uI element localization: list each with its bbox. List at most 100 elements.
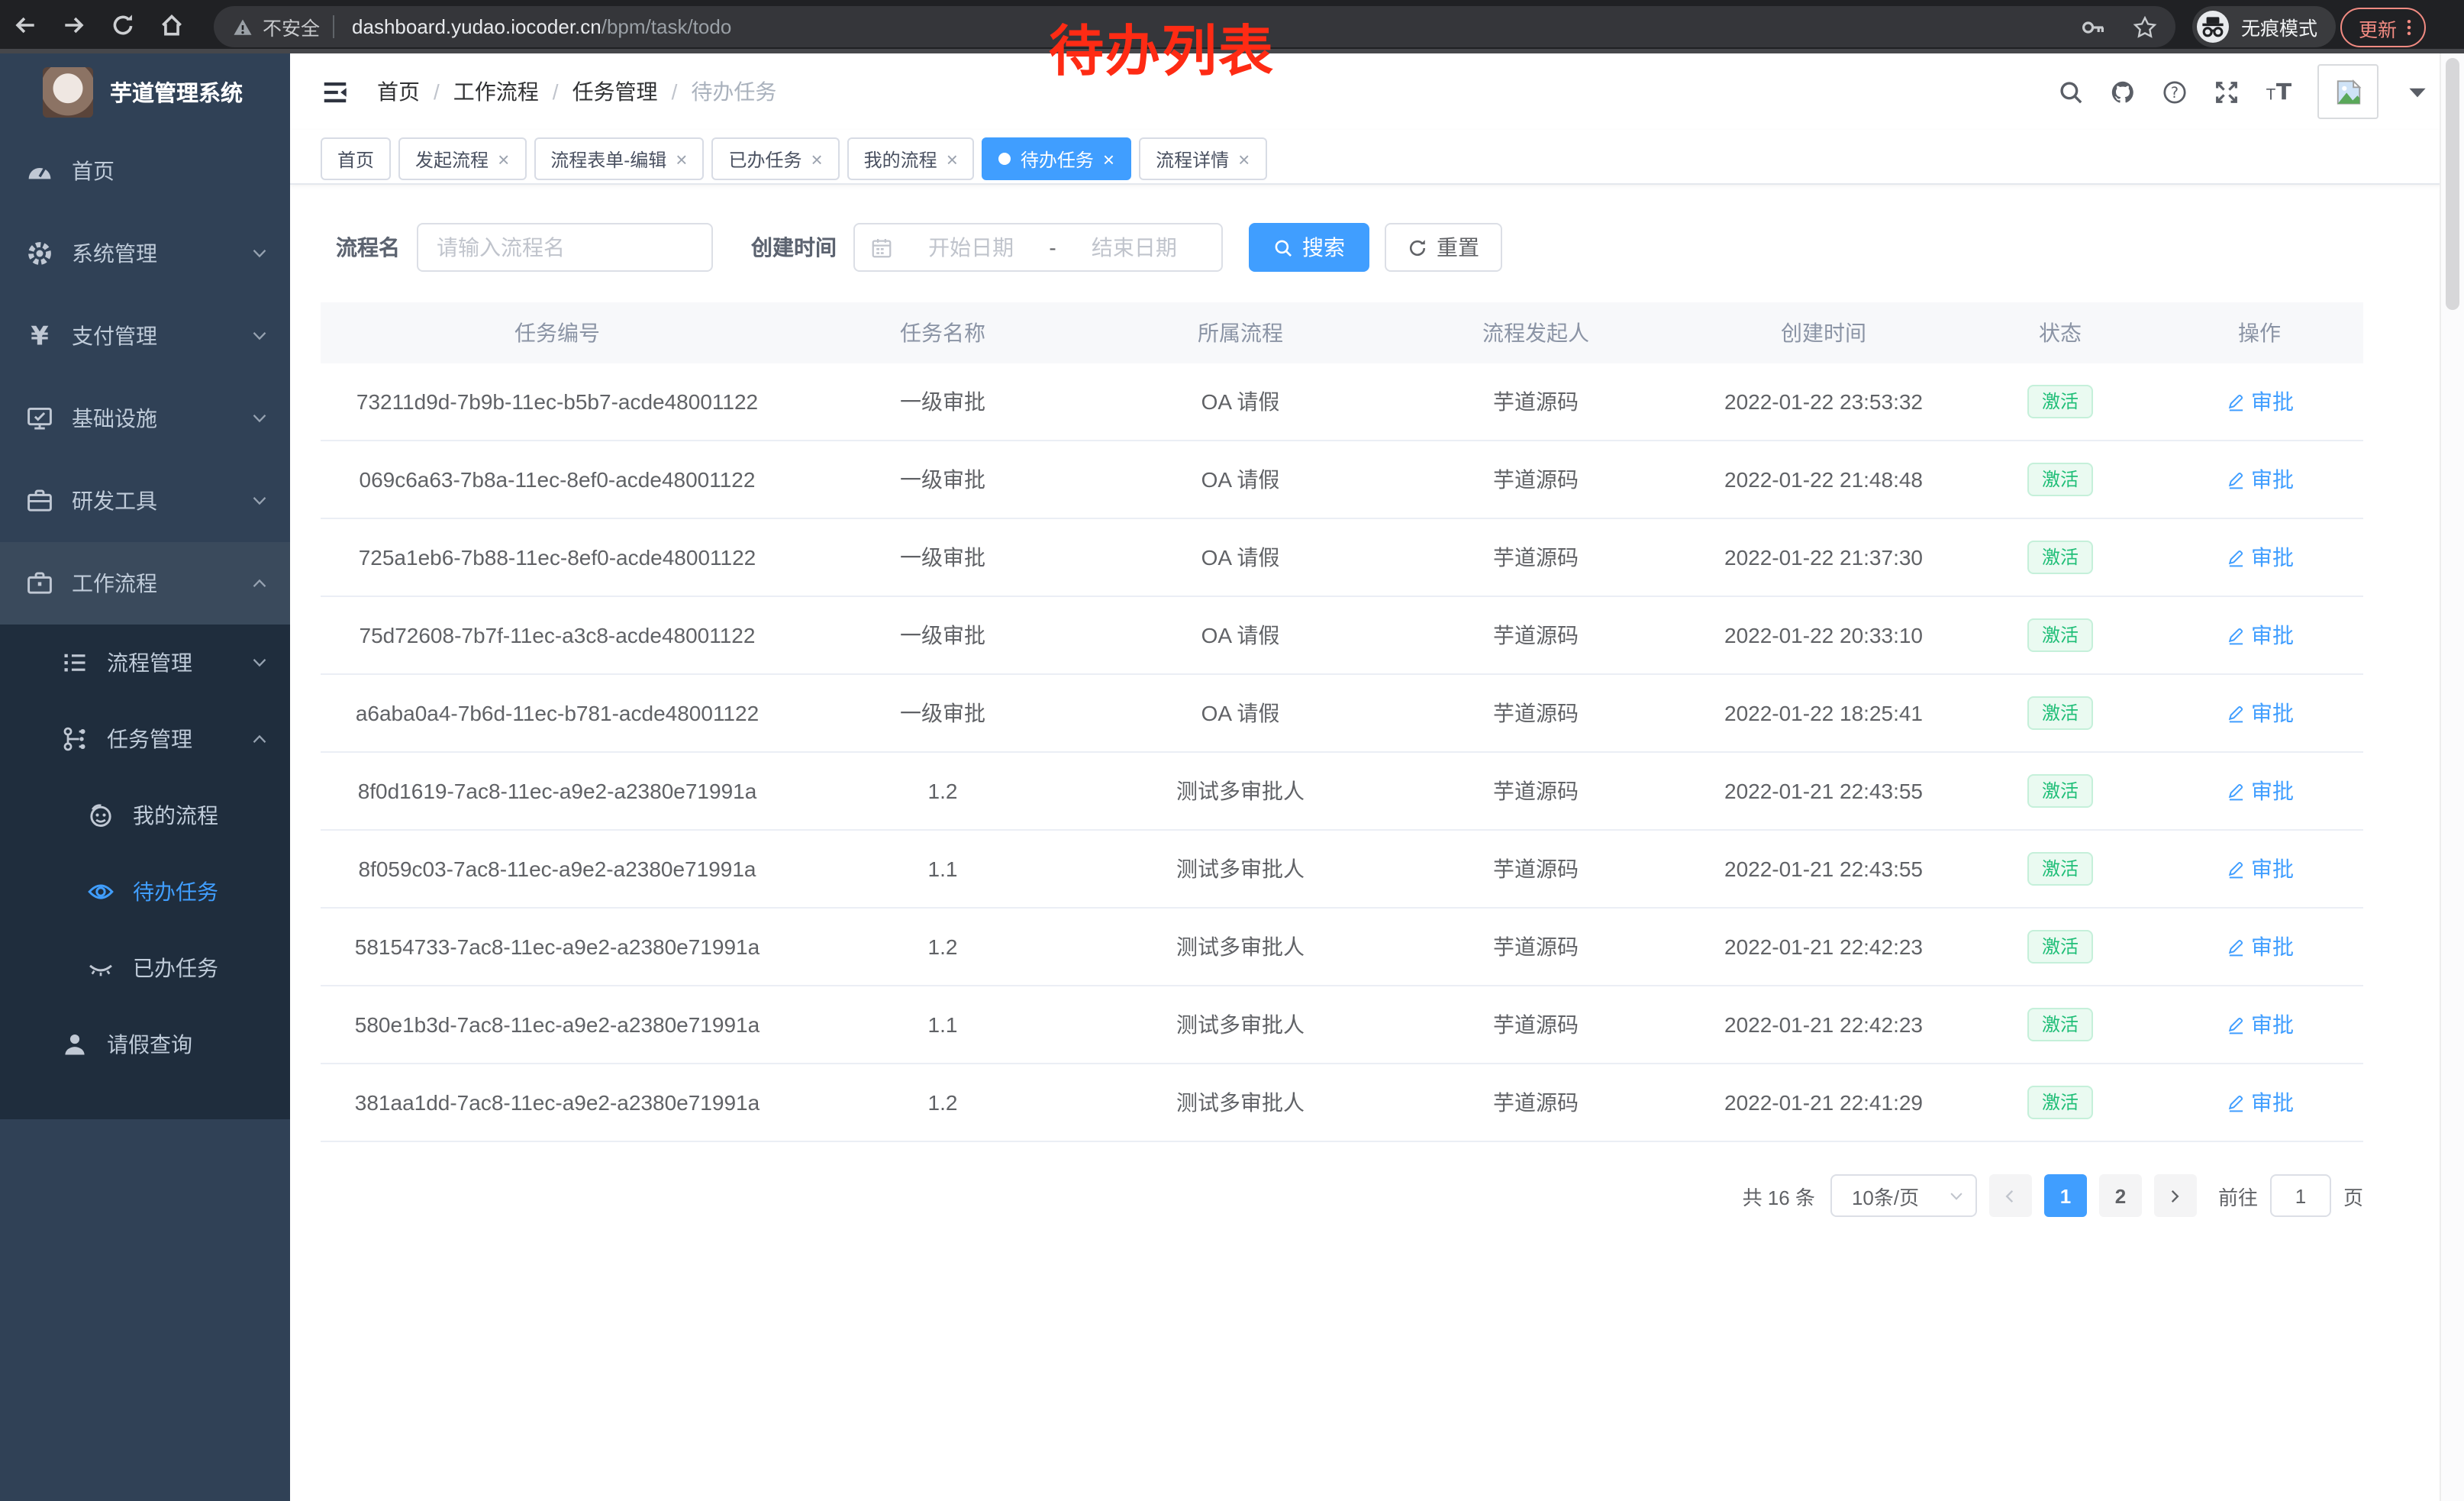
prev-page-button[interactable] (1989, 1174, 2032, 1217)
jump-page-input[interactable] (2270, 1174, 2331, 1217)
sidebar-item-home[interactable]: 首页 (0, 130, 290, 212)
end-date-placeholder[interactable]: 结束日期 (1063, 232, 1206, 263)
active-tab-dot (999, 153, 1011, 165)
approve-link[interactable]: 审批 (2225, 854, 2294, 884)
browser-reload-icon[interactable] (110, 11, 136, 37)
search-icon[interactable] (2058, 79, 2084, 105)
action-cell: 审批 (2156, 363, 2363, 441)
date-range-picker[interactable]: 开始日期 - 结束日期 (853, 223, 1223, 272)
approve-link[interactable]: 审批 (2225, 542, 2294, 573)
sidebar-item-infrastructure[interactable]: 基础设施 (0, 377, 290, 460)
process-name-input[interactable] (417, 223, 713, 272)
initiator: 芋道源码 (1389, 1064, 1682, 1141)
tab-process-form-edit[interactable]: 流程表单-编辑× (534, 137, 704, 180)
reset-button[interactable]: 重置 (1385, 223, 1502, 272)
task-name: 一级审批 (794, 674, 1092, 752)
sidebar-item-workflow[interactable]: 工作流程 (0, 542, 290, 625)
sidebar-item-todo-tasks[interactable]: 待办任务 (0, 854, 290, 930)
sidebar-item-label: 请假查询 (107, 1029, 192, 1060)
sidebar-item-done-tasks[interactable]: 已办任务 (0, 930, 290, 1006)
approve-link[interactable]: 审批 (2225, 776, 2294, 806)
browser-back-icon[interactable] (12, 11, 38, 37)
start-date-placeholder[interactable]: 开始日期 (899, 232, 1043, 263)
scrollbar-track[interactable] (2440, 53, 2464, 1501)
table-row: 58154733-7ac8-11ec-a9e2-a2380e71991a1.2测… (321, 908, 2363, 986)
browser-menu-icon[interactable] (2400, 18, 2418, 37)
process-name: OA 请假 (1092, 596, 1389, 674)
breadcrumb-item[interactable]: 首页 (377, 76, 420, 107)
gear-icon (26, 240, 53, 267)
avatar[interactable] (2317, 64, 2379, 119)
breadcrumb-item[interactable]: 工作流程 (453, 76, 539, 107)
browser-home-icon[interactable] (159, 11, 185, 37)
sidebar-item-task-management[interactable]: 任务管理 (0, 701, 290, 777)
browser-forward-icon[interactable] (61, 11, 87, 37)
tab-my-processes[interactable]: 我的流程× (847, 137, 975, 180)
sidebar-item-payment-management[interactable]: ¥支付管理 (0, 295, 290, 377)
approve-link[interactable]: 审批 (2225, 386, 2294, 417)
process-name: OA 请假 (1092, 674, 1389, 752)
page-button-1[interactable]: 1 (2044, 1174, 2087, 1217)
sidebar-item-my-processes[interactable]: 我的流程 (0, 777, 290, 854)
update-button[interactable]: 更新 (2340, 8, 2426, 47)
task-id: 381aa1dd-7ac8-11ec-a9e2-a2380e71991a (321, 1064, 794, 1141)
scrollbar-thumb[interactable] (2446, 58, 2459, 310)
close-icon[interactable]: × (1238, 149, 1250, 169)
approve-link[interactable]: 审批 (2225, 1009, 2294, 1040)
pen-icon (2225, 859, 2245, 879)
sidebar-collapse-icon[interactable] (321, 77, 350, 106)
status-badge: 激活 (2028, 385, 2092, 419)
tab-home[interactable]: 首页 (321, 137, 391, 180)
help-icon[interactable]: ? (2162, 79, 2188, 105)
tab-label: 流程详情 (1156, 146, 1229, 172)
pen-icon (2225, 1093, 2245, 1112)
sidebar-item-process-management[interactable]: 流程管理 (0, 625, 290, 701)
status-badge: 激活 (2028, 463, 2092, 497)
approve-link[interactable]: 审批 (2225, 620, 2294, 650)
tab-process-detail[interactable]: 流程详情 × (1139, 137, 1266, 180)
sidebar-item-system-management[interactable]: 系统管理 (0, 212, 290, 295)
tab-initiate-process[interactable]: 发起流程 × (398, 137, 526, 180)
close-icon[interactable]: × (498, 149, 509, 169)
font-size-icon[interactable]: TT (2266, 79, 2291, 105)
task-name: 1.1 (794, 830, 1092, 908)
initiator: 芋道源码 (1389, 986, 1682, 1064)
chevron-down-icon (250, 409, 269, 428)
password-key-icon[interactable] (2081, 15, 2105, 39)
close-icon[interactable]: × (947, 149, 958, 169)
page-size-select[interactable]: 10条/页 (1830, 1174, 1977, 1217)
breadcrumb-item[interactable]: 任务管理 (572, 76, 658, 107)
tab-done-tasks[interactable]: 已办任务× (711, 137, 839, 180)
close-icon[interactable]: × (676, 149, 687, 169)
create-time: 2022-01-21 22:42:23 (1682, 986, 1965, 1064)
tab-todo-tasks[interactable]: 待办任务× (982, 137, 1131, 180)
approve-link[interactable]: 审批 (2225, 931, 2294, 962)
close-icon[interactable]: × (811, 149, 822, 169)
eye-open-icon (87, 878, 114, 905)
user-menu-caret-icon[interactable] (2404, 79, 2430, 105)
not-secure-icon[interactable] (232, 16, 253, 37)
close-icon[interactable]: × (1103, 149, 1114, 169)
tab-label: 发起流程 (415, 146, 489, 172)
status-badge: 激活 (2028, 541, 2092, 575)
page-button-2[interactable]: 2 (2099, 1174, 2142, 1217)
url-host: dashboard.yudao.iocoder.cn (352, 15, 601, 38)
next-page-button[interactable] (2154, 1174, 2197, 1217)
pen-icon (2225, 547, 2245, 567)
search-button[interactable]: 搜索 (1249, 223, 1369, 272)
github-icon[interactable] (2110, 79, 2136, 105)
sidebar-item-leave-query[interactable]: 请假查询 (0, 1006, 290, 1083)
sidebar-item-dev-tools[interactable]: 研发工具 (0, 460, 290, 542)
table-row: 381aa1dd-7ac8-11ec-a9e2-a2380e71991a1.2测… (321, 1064, 2363, 1141)
briefcase-icon (26, 570, 53, 597)
app-logo[interactable]: 芋道管理系统 (0, 53, 290, 130)
column-header: 所属流程 (1092, 302, 1389, 363)
status-badge: 激活 (2028, 1008, 2092, 1042)
approve-link[interactable]: 审批 (2225, 1087, 2294, 1118)
approve-link[interactable]: 审批 (2225, 698, 2294, 728)
approve-link[interactable]: 审批 (2225, 464, 2294, 495)
bookmark-star-icon[interactable] (2133, 15, 2157, 39)
table-row: 73211d9d-7b9b-11ec-b5b7-acde48001122一级审批… (321, 363, 2363, 441)
fullscreen-icon[interactable] (2214, 79, 2240, 105)
approve-link-label: 审批 (2251, 620, 2294, 650)
